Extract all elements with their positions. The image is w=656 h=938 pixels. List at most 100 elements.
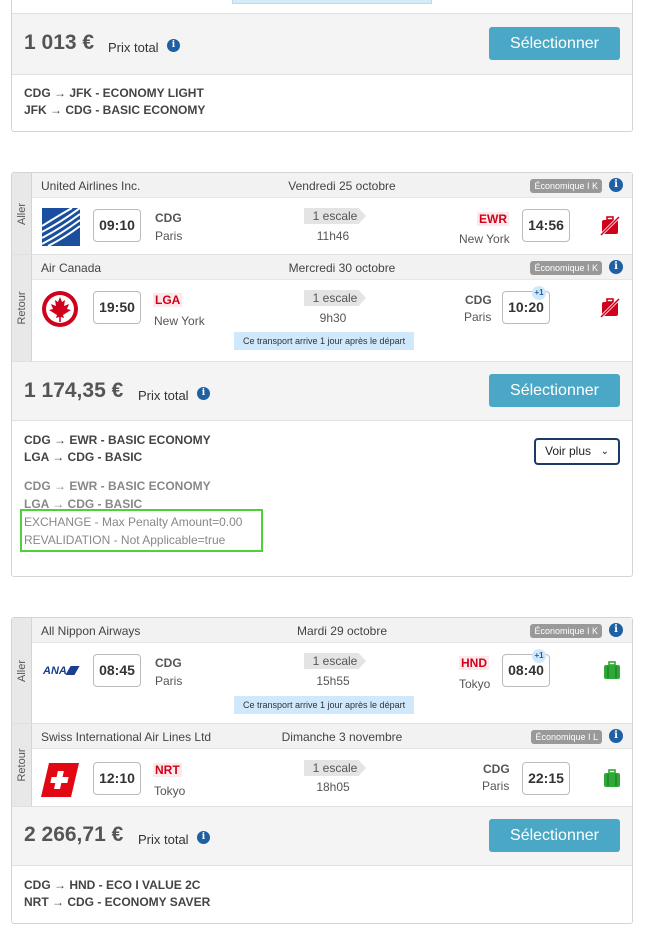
offer-card-1: 1 013 € Prix total i Sélectionner CDG → … [11,0,633,132]
flight-duration: 18h05 [316,780,350,794]
departure-time: 19:50 [93,291,141,324]
arrival-time: 22:15 [522,762,570,795]
day-offset-badge: +1 [532,286,546,300]
price-label: Prix total [108,40,159,55]
fare-line: CDG → JFK - ECONOMY LIGHT [24,86,204,100]
select-button[interactable]: Sélectionner [489,27,620,60]
leg-side-label: Aller [12,173,32,254]
arrival-note-partial [232,0,432,4]
offer-card-2: Aller United Airlines Inc. Vendredi 25 o… [11,172,633,577]
price-value: 1 174,35 € [24,379,124,402]
leg-header: Swiss International Air Lines Ltd Dimanc… [32,724,632,749]
departure-city: Paris [155,674,183,688]
united-logo [42,208,80,246]
voir-plus-dropdown[interactable]: Voir plus ⌄ [534,438,620,465]
flight-duration: 9h30 [319,311,347,325]
departure-city: New York [154,314,205,328]
departure-airport: CDG [155,211,182,225]
flight-duration: 11h46 [316,229,350,243]
arrival-airport: HND [459,656,489,670]
arrival-time: 14:56 [522,209,570,242]
cabin-badge: Économique I K [530,179,602,193]
swiss-logo [41,763,79,797]
flight-date: Mardi 29 octobre [296,624,388,638]
price-row: 2 266,71 € Prix total i Sélectionner [12,806,632,866]
fare-line: LGA → CDG - BASIC [24,450,143,464]
arrival-city: Tokyo [459,677,491,691]
airline-name: Air Canada [41,261,102,275]
no-baggage-icon [600,216,620,236]
fare-rule: EXCHANGE - Max Penalty Amount=0.00 [24,515,243,529]
price-value: 1 013 € [24,31,95,54]
price-row: 1 174,35 € Prix total i Sélectionner [12,361,632,421]
arrival-city: New York [459,232,510,246]
baggage-icon [604,769,620,787]
price-label: Prix total [138,832,189,847]
arrival-time: 08:40 +1 [502,649,550,687]
price-value: 2 266,71 € [24,823,124,846]
day-offset-badge: +1 [532,649,546,663]
info-icon[interactable]: i [609,178,623,192]
arrival-city: Paris [464,310,492,324]
airline-name: All Nippon Airways [41,624,141,638]
leg-side-label: Retour [12,724,32,806]
fare-line: JFK → CDG - BASIC ECONOMY [24,103,206,117]
stops-badge: 1 escale [304,760,366,776]
arrival-city: Paris [482,779,510,793]
fare-line: NRT → CDG - ECONOMY SAVER [24,895,211,909]
flight-date: Vendredi 25 octobre [288,179,396,193]
fare-rule: REVALIDATION - Not Applicable=true [24,533,226,547]
stops-badge: 1 escale [304,290,366,306]
info-icon[interactable]: i [609,729,623,743]
leg-header: United Airlines Inc. Vendredi 25 octobre… [32,173,632,198]
cabin-badge: Économique I K [530,261,602,275]
airline-name: Swiss International Air Lines Ltd [41,730,212,744]
fare-line-detail: CDG → EWR - BASIC ECONOMY [24,479,211,493]
arrival-note: Ce transport arrive 1 jour après le dépa… [234,696,415,714]
info-icon[interactable]: i [197,831,210,844]
return-leg: Retour Air Canada Mercredi 30 octobre Éc… [12,255,632,361]
price-label: Prix total [138,388,189,403]
departure-city: Tokyo [154,784,186,798]
outbound-leg: Aller All Nippon Airways Mardi 29 octobr… [12,618,632,724]
baggage-icon [604,661,620,679]
info-icon[interactable]: i [609,260,623,274]
leg-header: Air Canada Mercredi 30 octobre Économiqu… [32,255,632,280]
fare-line: CDG → EWR - BASIC ECONOMY [24,433,211,447]
cabin-badge: Économique I L [531,730,602,744]
departure-city: Paris [155,229,183,243]
air-canada-logo [42,291,78,327]
info-icon[interactable]: i [167,39,180,52]
select-button[interactable]: Sélectionner [489,374,620,407]
chevron-down-icon: ⌄ [600,446,609,457]
departure-airport: CDG [155,656,182,670]
info-icon[interactable]: i [197,387,210,400]
offer-card-3: Aller All Nippon Airways Mardi 29 octobr… [11,617,633,924]
fare-line: CDG → HND - ECO I VALUE 2C [24,878,201,892]
flight-duration: 15h55 [316,674,350,688]
flight-date: Mercredi 30 octobre [288,261,396,275]
price-row: 1 013 € Prix total i Sélectionner [12,13,632,75]
departure-airport: LGA [153,293,183,307]
no-baggage-icon [600,298,620,318]
leg-side-label: Retour [12,255,32,361]
info-icon[interactable]: i [609,623,623,637]
departure-time: 08:45 [93,654,141,687]
airline-name: United Airlines Inc. [41,179,141,193]
stops-badge: 1 escale [304,653,366,669]
flight-date: Dimanche 3 novembre [281,730,403,744]
select-button[interactable]: Sélectionner [489,819,620,852]
cabin-badge: Économique I K [530,624,602,638]
departure-time: 12:10 [93,762,141,795]
arrival-note: Ce transport arrive 1 jour après le dépa… [234,332,415,350]
departure-time: 09:10 [93,209,141,242]
arrival-airport: EWR [477,212,509,226]
departure-airport: NRT [153,763,182,777]
return-leg: Retour Swiss International Air Lines Ltd… [12,724,632,806]
stops-badge: 1 escale [304,208,366,224]
leg-side-label: Aller [12,618,32,723]
outbound-leg: Aller United Airlines Inc. Vendredi 25 o… [12,173,632,255]
arrival-time: 10:20 +1 [502,286,550,324]
arrival-airport: CDG [465,293,492,307]
ana-logo: ANA [41,656,81,688]
